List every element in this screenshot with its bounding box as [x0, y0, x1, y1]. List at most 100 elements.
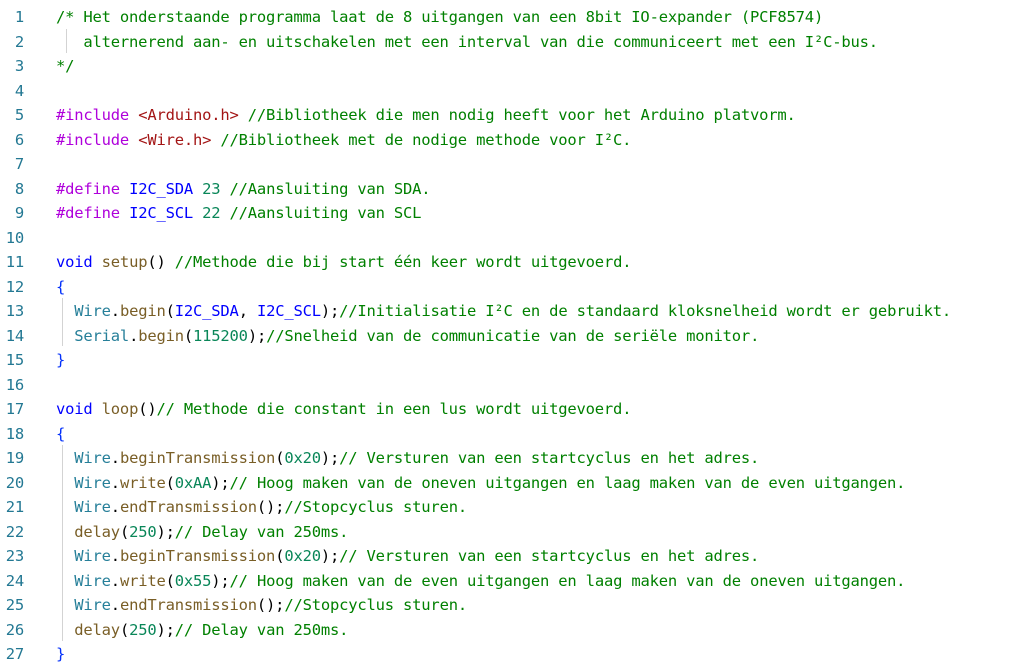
- code-line[interactable]: 9 #define I2C_SCL 22 //Aansluiting van SC…: [0, 201, 1031, 225]
- token-comment: //Stopcyclus sturen.: [284, 498, 467, 516]
- line-number: 24: [5, 571, 24, 590]
- token-function: write: [119, 473, 166, 492]
- token-comment: // Methode die constant in een lus wordt…: [156, 400, 632, 418]
- code-line[interactable]: 26 delay(250);// Delay van 250ms.: [0, 618, 1031, 642]
- code-line[interactable]: 17 void loop()// Methode die constant in …: [0, 397, 1031, 421]
- token-function: setup: [101, 253, 148, 271]
- token-text: );: [156, 522, 175, 541]
- token-type: Wire: [74, 473, 111, 492]
- code-line[interactable]: 14 Serial.begin(115200);//Snelheid van d…: [0, 324, 1031, 348]
- token-function: beginTransmission: [119, 547, 276, 565]
- token-brace: }: [56, 645, 66, 663]
- code-line[interactable]: 18 {: [0, 422, 1031, 446]
- code-text: Wire.write(0xAA);// Hoog maken van de on…: [56, 471, 905, 495]
- code-line[interactable]: 5 #include <Arduino.h> //Bibliotheek die …: [0, 103, 1031, 127]
- token-comment: //Bibliotheek met de nodige methode voor…: [211, 130, 632, 149]
- code-text: }: [56, 348, 65, 372]
- code-text: Wire.endTransmission();//Stopcyclus stur…: [56, 495, 467, 519]
- token-text: (: [275, 547, 285, 565]
- line-number: 17: [5, 400, 24, 418]
- code-line[interactable]: 24 Wire.write(0x55);// Hoog maken van de…: [0, 569, 1031, 593]
- line-number: 20: [5, 473, 24, 492]
- token-comment: // Versturen van een startcyclus en het …: [339, 547, 760, 565]
- code-editor[interactable]: 1 /* Het onderstaande programma laat de 8…: [0, 0, 1031, 667]
- code-text: }: [56, 642, 65, 666]
- token-comment: /* Het onderstaande programma laat de 8 …: [56, 8, 824, 26]
- code-line[interactable]: 11 void setup() //Methode die bij start é…: [0, 250, 1031, 274]
- code-line[interactable]: 2 alternerend aan- en uitschakelen met e…: [0, 30, 1031, 54]
- token-function: begin: [119, 302, 166, 320]
- token-text: (: [165, 302, 175, 320]
- token-type: Wire: [74, 571, 111, 590]
- line-number: 12: [5, 277, 24, 296]
- line-number: 18: [5, 424, 24, 443]
- token-type: Wire: [74, 449, 111, 467]
- code-line[interactable]: 25 Wire.endTransmission();//Stopcyclus s…: [0, 593, 1031, 617]
- code-line[interactable]: 22 delay(250);// Delay van 250ms.: [0, 520, 1031, 544]
- line-number: 26: [5, 620, 24, 639]
- code-line[interactable]: 13 Wire.begin(I2C_SDA, I2C_SCL);//Initia…: [0, 299, 1031, 323]
- token-function: loop: [101, 400, 139, 418]
- line-number: 9: [14, 204, 24, 222]
- token-keyword: void: [56, 400, 93, 418]
- line-number: 7: [14, 155, 24, 173]
- token-text: (: [183, 326, 194, 345]
- token-text: .: [110, 449, 120, 467]
- code-line[interactable]: 12 {: [0, 275, 1031, 299]
- code-line[interactable]: 27}: [0, 642, 1031, 666]
- line-number: 5: [14, 106, 24, 124]
- token-function: delay: [74, 522, 120, 541]
- token-comment: //Stopcyclus sturen.: [284, 596, 467, 614]
- token-text: (: [119, 620, 130, 639]
- code-line[interactable]: 20 Wire.write(0xAA);// Hoog maken van de…: [0, 471, 1031, 495]
- code-text: #define I2C_SCL 22 //Aansluiting van SCL: [56, 201, 422, 225]
- code-line[interactable]: 6 #include <Wire.h> //Bibliotheek met de …: [0, 128, 1031, 152]
- code-line[interactable]: 15}: [0, 348, 1031, 372]
- code-text: Serial.begin(115200);//Snelheid van de c…: [56, 324, 759, 348]
- token-number: 0xAA: [174, 473, 212, 492]
- code-text: Wire.begin(I2C_SDA, I2C_SCL);//Initialis…: [56, 299, 951, 323]
- code-line[interactable]: 23 Wire.beginTransmission(0x20);// Verst…: [0, 544, 1031, 568]
- line-number: 27: [5, 645, 24, 663]
- token-text: (): [138, 400, 157, 418]
- line-number: 8: [14, 179, 24, 198]
- code-line[interactable]: 19 Wire.beginTransmission(0x20);// Verst…: [0, 446, 1031, 470]
- token-type: Wire: [74, 547, 111, 565]
- token-number: 250: [129, 522, 157, 541]
- token-comment: // Versturen van een startcyclus en het …: [339, 449, 760, 467]
- token-macro: I2C_SCL: [129, 204, 193, 222]
- token-type: Wire: [74, 498, 111, 516]
- code-line[interactable]: 1 /* Het onderstaande programma laat de 8…: [0, 5, 1031, 29]
- token-number: 23: [202, 179, 221, 198]
- code-line[interactable]: 10: [0, 226, 1031, 250]
- token-text: .: [110, 596, 120, 614]
- code-text: Wire.beginTransmission(0x20);// Versture…: [56, 544, 759, 568]
- token-text: );: [211, 473, 230, 492]
- code-line[interactable]: 7: [0, 152, 1031, 176]
- line-number: 21: [5, 498, 24, 516]
- token-text: ();: [256, 596, 285, 614]
- token-function: write: [119, 571, 166, 590]
- code-line[interactable]: 4: [0, 79, 1031, 103]
- code-line[interactable]: 8 #define I2C_SDA 23 //Aansluiting van SD…: [0, 177, 1031, 201]
- token-text: (: [165, 473, 175, 492]
- token-brace: }: [56, 351, 66, 369]
- token-comment: //Aansluiting van SCL: [220, 204, 422, 222]
- code-line[interactable]: 16: [0, 373, 1031, 397]
- code-line[interactable]: 3 */: [0, 54, 1031, 78]
- token-type: Wire: [74, 596, 111, 614]
- code-text: void setup() //Methode die bij start één…: [56, 250, 632, 274]
- token-preprocessor: #include: [56, 130, 139, 149]
- token-text: (): [147, 253, 175, 271]
- token-brace: {: [56, 424, 66, 443]
- code-line[interactable]: 21 Wire.endTransmission();//Stopcyclus s…: [0, 495, 1031, 519]
- token-function: beginTransmission: [119, 449, 276, 467]
- line-number: 25: [5, 596, 24, 614]
- token-macro: I2C_SCL: [256, 302, 321, 320]
